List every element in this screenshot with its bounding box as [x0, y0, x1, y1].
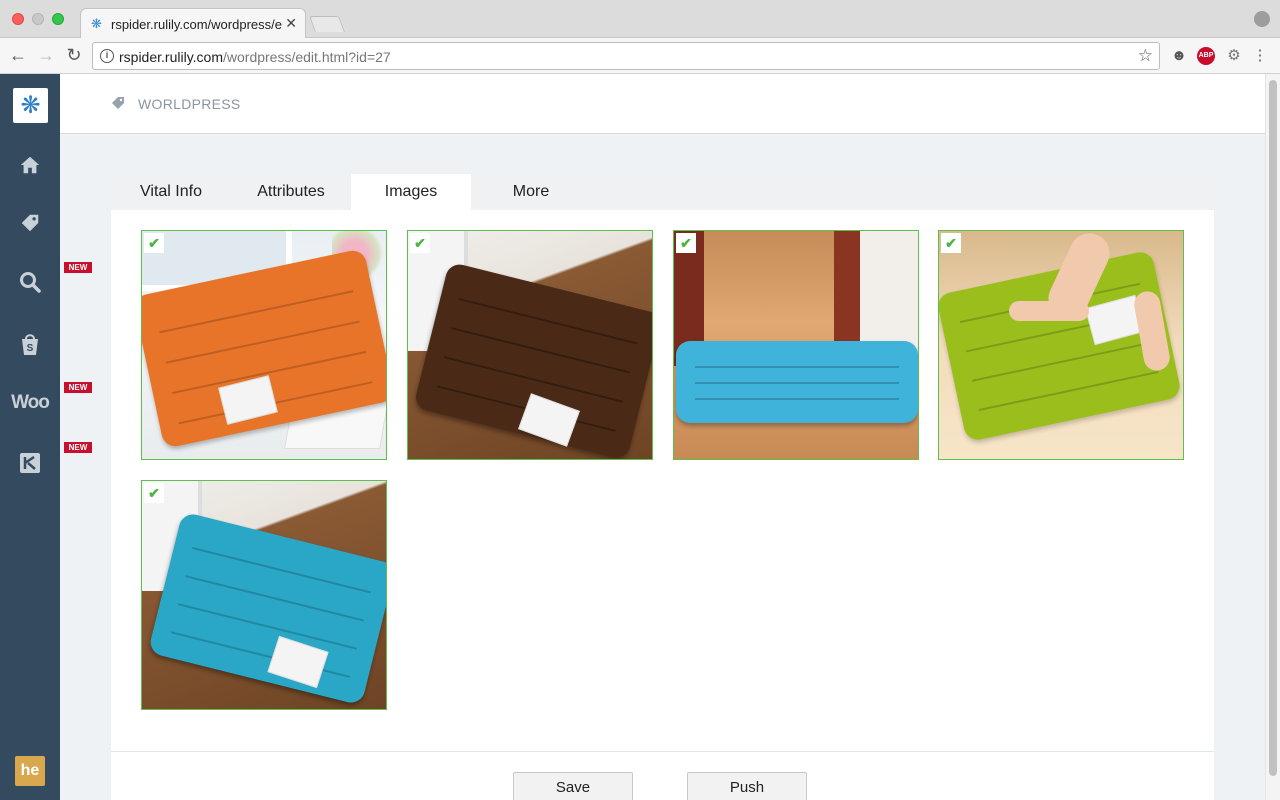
- browser-tab-title: rspider.rulily.com/wordpress/e: [111, 17, 282, 32]
- tab-images[interactable]: Images: [351, 174, 471, 210]
- check-icon[interactable]: ✔: [410, 233, 430, 253]
- bookmark-star-icon[interactable]: ☆: [1138, 46, 1153, 66]
- profile-icon[interactable]: [1254, 11, 1270, 27]
- new-tab-button[interactable]: [309, 16, 345, 32]
- page-title: WORLDPRESS: [138, 96, 241, 112]
- close-window-button[interactable]: [12, 13, 24, 25]
- search-icon[interactable]: [0, 270, 60, 300]
- product-image[interactable]: ✔: [141, 480, 387, 710]
- reload-icon[interactable]: ↻: [64, 45, 84, 66]
- check-icon[interactable]: ✔: [941, 233, 961, 253]
- minimize-window-button[interactable]: [32, 13, 44, 25]
- check-icon[interactable]: ✔: [676, 233, 696, 253]
- home-icon[interactable]: [0, 154, 60, 182]
- woocommerce-icon[interactable]: Woo: [0, 392, 60, 414]
- url-host: rspider.rulily.com: [119, 49, 223, 65]
- product-image[interactable]: ✔: [141, 230, 387, 460]
- settings-extension-icon[interactable]: ⚙: [1225, 47, 1243, 65]
- tab-bar: Vital Info Attributes Images More: [111, 174, 1214, 210]
- app-logo-icon[interactable]: ❋: [13, 88, 48, 123]
- tab-attributes[interactable]: Attributes: [231, 174, 351, 210]
- product-panel: Vital Info Attributes Images More ✔ ✔ ✔ …: [111, 174, 1214, 800]
- info-icon[interactable]: i: [100, 49, 114, 63]
- app-sidebar: ❋ S Woo he: [0, 74, 60, 800]
- forward-arrow-icon[interactable]: →: [36, 45, 56, 66]
- page-scrollbar[interactable]: [1265, 74, 1280, 800]
- footer-divider: [111, 751, 1214, 752]
- product-image[interactable]: ✔: [673, 230, 919, 460]
- tab-vital-info[interactable]: Vital Info: [111, 174, 231, 210]
- new-badge: NEW: [64, 442, 92, 453]
- orange-mat-photo: [142, 231, 386, 459]
- browser-menu-icon[interactable]: ⋮: [1251, 47, 1269, 65]
- new-badge: NEW: [64, 382, 92, 393]
- push-button[interactable]: Push: [687, 772, 807, 800]
- browser-titlebar: ❋ rspider.rulily.com/wordpress/e ✕: [0, 0, 1280, 39]
- browser-toolbar: ← → ↻ i rspider.rulily.com/wordpress/edi…: [0, 38, 1280, 74]
- check-icon[interactable]: ✔: [144, 233, 164, 253]
- light-blue-mat-photo: [674, 231, 918, 459]
- browser-tab[interactable]: ❋ rspider.rulily.com/wordpress/e ✕: [80, 8, 306, 39]
- adblock-extension-icon[interactable]: ABP: [1197, 47, 1215, 65]
- r-app-icon[interactable]: [0, 452, 60, 480]
- tab-close-icon[interactable]: ✕: [285, 15, 297, 32]
- url-text: rspider.rulily.com/wordpress/edit.html?i…: [119, 49, 391, 65]
- robot-extension-icon[interactable]: ☻: [1170, 47, 1188, 65]
- url-path: /wordpress/edit.html?id=27: [223, 49, 391, 65]
- back-arrow-icon[interactable]: ←: [8, 45, 28, 66]
- product-image[interactable]: ✔: [938, 230, 1184, 460]
- shopify-bag-icon[interactable]: S: [0, 332, 60, 362]
- product-image[interactable]: ✔: [407, 230, 653, 460]
- check-icon[interactable]: ✔: [144, 483, 164, 503]
- tag-icon[interactable]: [0, 212, 60, 240]
- teal-blue-mat-photo: [142, 481, 386, 709]
- tab-more[interactable]: More: [471, 174, 591, 210]
- address-bar[interactable]: i rspider.rulily.com/wordpress/edit.html…: [92, 42, 1160, 70]
- app-header: WORLDPRESS: [60, 74, 1265, 134]
- lime-green-mat-photo: [939, 231, 1183, 459]
- new-badge: NEW: [64, 262, 92, 273]
- svg-text:S: S: [27, 343, 34, 354]
- maximize-window-button[interactable]: [52, 13, 64, 25]
- brown-mat-photo: [408, 231, 652, 459]
- he-logo-icon[interactable]: he: [15, 756, 45, 786]
- save-button[interactable]: Save: [513, 772, 633, 800]
- scrollbar-thumb[interactable]: [1269, 80, 1277, 776]
- tag-icon: [110, 95, 126, 116]
- spider-web-icon: ❋: [91, 16, 102, 31]
